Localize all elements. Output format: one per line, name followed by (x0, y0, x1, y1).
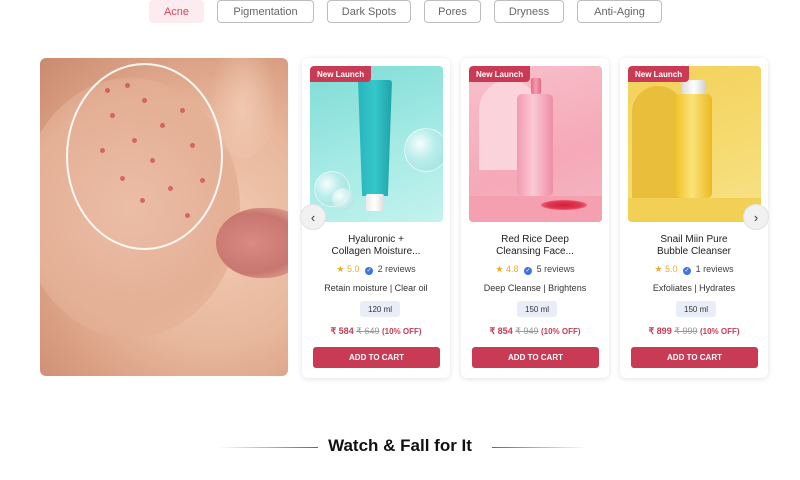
discount-label: (10% OFF) (381, 327, 422, 336)
glass-sphere (404, 128, 443, 172)
decorative-line-right (492, 447, 588, 448)
sale-price: ₹ 899 (648, 326, 672, 336)
pink-pedestal (469, 196, 602, 222)
add-to-cart-button[interactable]: ADD TO CART (313, 347, 440, 368)
product-card[interactable]: New Launch Red Rice Deep Cleansing Face.… (461, 58, 609, 378)
tube-cap (366, 194, 384, 211)
add-to-cart-button[interactable]: ADD TO CART (472, 347, 599, 368)
review-count: 5 reviews (536, 264, 575, 274)
product-name[interactable]: Snail Miin Pure Bubble Cleanser (620, 234, 768, 258)
product-price: ₹ 584 ₹ 649 (10% OFF) (302, 326, 450, 337)
tab-dark-spots[interactable]: Dark Spots (327, 0, 411, 23)
pump-bottle (517, 94, 553, 196)
star-icon: ★ (336, 264, 345, 274)
review-count: 1 reviews (695, 264, 734, 274)
pump-head (682, 80, 706, 94)
tab-anti-aging[interactable]: Anti-Aging (577, 0, 662, 23)
product-image[interactable]: New Launch (469, 66, 602, 222)
size-chip[interactable]: 120 ml (360, 301, 401, 317)
carousel-next-button[interactable]: › (743, 204, 769, 230)
product-name-line: Hyaluronic + (348, 234, 404, 245)
product-price: ₹ 899 ₹ 999 (10% OFF) (620, 326, 768, 337)
product-benefits: Retain moisture | Clear oil (324, 283, 428, 293)
mrp-price: ₹ 649 (356, 326, 380, 336)
product-rating: ★ 5.0 ✓ 2 reviews (302, 264, 450, 275)
new-launch-badge: New Launch (469, 66, 531, 82)
product-name[interactable]: Red Rice Deep Cleansing Face... (461, 234, 609, 258)
verified-icon: ✓ (524, 267, 533, 275)
add-to-cart-button[interactable]: ADD TO CART (631, 347, 758, 368)
acne-hero-image (40, 58, 288, 376)
rating-score: 5.0 (347, 264, 360, 274)
watch-section-header: Watch & Fall for It (0, 436, 800, 460)
carousel-prev-button[interactable]: ‹ (300, 204, 326, 230)
discount-label: (10% OFF) (540, 327, 581, 336)
product-benefits: Exfoliates | Hydrates (652, 283, 736, 293)
product-image[interactable]: New Launch (310, 66, 443, 222)
pump-head (531, 78, 541, 94)
pump-bottle (676, 94, 712, 198)
product-name-line: Snail Miin Pure (660, 234, 728, 245)
tab-pores[interactable]: Pores (424, 0, 481, 23)
star-icon: ★ (495, 264, 504, 274)
size-chip[interactable]: 150 ml (676, 301, 717, 317)
product-name-line: Collagen Moisture... (331, 246, 421, 257)
tab-acne[interactable]: Acne (149, 0, 204, 23)
yellow-pedestal (628, 198, 761, 222)
product-image[interactable]: New Launch (628, 66, 761, 222)
discount-label: (10% OFF) (699, 327, 740, 336)
product-name[interactable]: Hyaluronic + Collagen Moisture... (302, 234, 450, 258)
product-name-line: Cleansing Face... (496, 246, 574, 257)
product-rating: ★ 4.8 ✓ 5 reviews (461, 264, 609, 275)
tab-pigmentation[interactable]: Pigmentation (217, 0, 314, 23)
new-launch-badge: New Launch (310, 66, 372, 82)
new-launch-badge: New Launch (628, 66, 690, 82)
review-count: 2 reviews (377, 264, 416, 274)
concern-tabs: Acne Pigmentation Dark Spots Pores Dryne… (0, 0, 800, 24)
star-icon: ★ (654, 264, 663, 274)
chevron-right-icon: › (753, 209, 759, 225)
size-chip[interactable]: 150 ml (517, 301, 558, 317)
product-benefits: Deep Cleanse | Brightens (483, 283, 587, 293)
chevron-left-icon: ‹ (310, 209, 316, 225)
product-price: ₹ 854 ₹ 949 (10% OFF) (461, 326, 609, 337)
mrp-price: ₹ 949 (515, 326, 539, 336)
mrp-price: ₹ 999 (674, 326, 698, 336)
product-name-line: Red Rice Deep (501, 234, 569, 245)
product-rating: ★ 5.0 ✓ 1 reviews (620, 264, 768, 275)
rice-grains (541, 200, 587, 210)
rating-score: 5.0 (665, 264, 678, 274)
section-title: Watch & Fall for It (328, 436, 472, 455)
verified-icon: ✓ (683, 267, 692, 275)
sale-price: ₹ 584 (330, 326, 354, 336)
verified-icon: ✓ (365, 267, 374, 275)
sale-price: ₹ 854 (489, 326, 513, 336)
glass-sphere (332, 188, 354, 210)
tube-bottle (358, 80, 392, 196)
tab-dryness[interactable]: Dryness (494, 0, 564, 23)
product-name-line: Bubble Cleanser (657, 246, 731, 257)
rating-score: 4.8 (506, 264, 519, 274)
zoom-ring (66, 63, 223, 250)
